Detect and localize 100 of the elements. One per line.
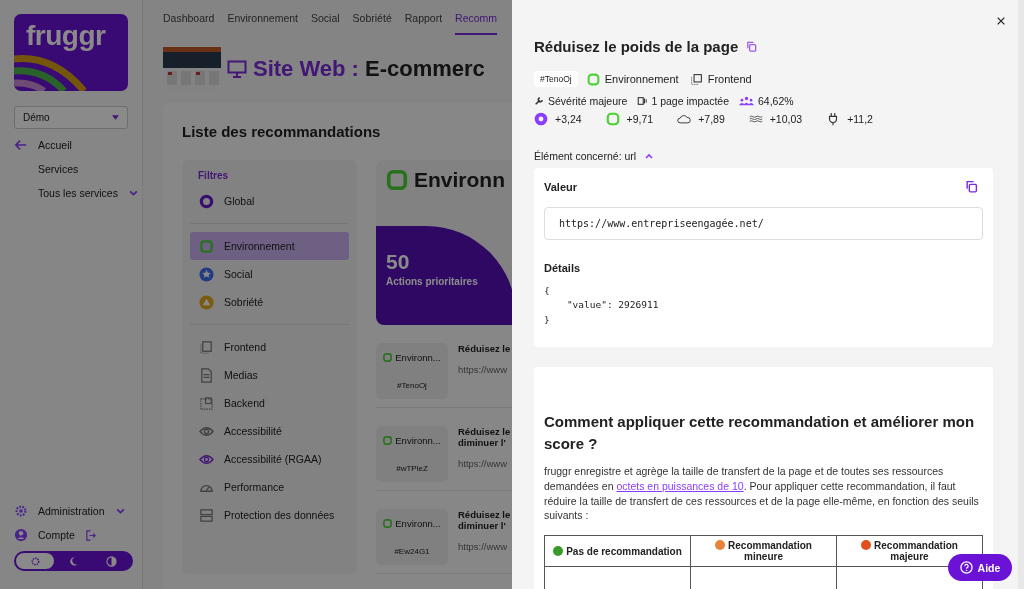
filter-item[interactable]: Environnement [190,232,349,260]
meta-label: 64,62% [758,95,794,107]
recommendation-title[interactable]: diminuer l' [458,520,511,531]
settings-icon [14,504,28,518]
nav-link[interactable]: Tous les services [38,187,118,199]
recommendation-url: https://www [458,364,509,375]
recommendation-title[interactable]: Réduisez le [458,509,511,520]
logo-tile[interactable]: fruggr [14,14,128,91]
help-button[interactable]: Aide [948,554,1012,581]
user-icon [14,528,28,542]
filter-item[interactable]: Social [190,260,349,288]
layers-icon [199,339,214,355]
page-icon [637,96,648,106]
nav-link[interactable]: Compte [38,529,75,541]
document-icon [199,367,214,383]
site-name: E-commerc [364,56,485,82]
chevron-up-icon[interactable] [644,151,655,161]
tab[interactable]: Rapport [404,12,443,35]
nav-link[interactable]: Accueil [38,139,72,151]
moon-icon [68,555,79,567]
filter-item[interactable]: Performance [190,473,349,501]
caret-icon[interactable] [112,115,119,120]
meta-label: Sévérité majeure [548,95,628,107]
filter-item[interactable]: Medias [190,361,349,389]
tab[interactable]: Sobriété [352,12,392,35]
tab[interactable]: Recomm [455,12,498,35]
recommendation-url: https://www [458,458,509,469]
layers-icon [689,72,703,86]
help-icon [959,561,973,574]
cloud-icon [677,112,692,126]
gear-icon [29,555,41,567]
rounded-square-icon [383,353,393,362]
score-gain: +9,71 [626,113,654,125]
rounded-square-icon [605,112,620,126]
score-gain: +11,2 [847,113,873,125]
value-field[interactable]: https://www.entrepriseengagée.net/ [544,207,983,240]
nav-link[interactable]: Services [38,163,79,175]
rounded-square-icon [586,72,600,86]
copy-icon[interactable] [746,41,758,52]
rounded-square-icon [386,169,408,191]
filter-item[interactable]: Sobriété [190,288,349,316]
meta-label: 1 page impactée [651,95,729,107]
waves-icon [748,112,763,126]
recommendation-id: #TenoOj [397,381,427,390]
priority-count: 50 [386,250,411,274]
column-label: Recommandation mineure [728,540,812,562]
contrast-icon [106,555,118,567]
recommendation-title[interactable]: Réduisez le [458,343,511,354]
score-gain: +3,24 [555,113,582,125]
tab[interactable]: Environnement [227,12,298,35]
category-label: Environn... [395,352,441,363]
filter-item[interactable]: Accessibilité (RGAA) [190,445,349,473]
category-label: Environn... [395,518,441,529]
filter-item[interactable]: Frontend [190,333,349,361]
rounded-square-icon [199,238,214,254]
dashed-square-icon [199,395,214,411]
howto-title: Comment appliquer cette recommandation et améliorer mon score ? [544,411,976,454]
recommendation-id: #wTPleZ [396,464,428,473]
score-gain: +10,03 [769,113,803,125]
nav-link[interactable]: Administration [38,505,105,517]
auto-theme-button[interactable] [16,553,55,569]
column-label: Pas de recommandation [566,545,682,557]
site-type: Site Web : [253,56,359,82]
back-arrow-icon[interactable] [14,138,28,152]
ring-icon [199,193,214,209]
priority-label: Actions prioritaires [386,276,479,287]
score-gain: +7,89 [698,113,725,125]
tab[interactable]: Dashboard [163,12,215,35]
tab[interactable]: Social [311,12,340,35]
category-label: Environnement [604,73,679,85]
drawer-title: Réduisez le poids de la page [534,38,739,55]
logo-text: fruggr [26,20,106,52]
element-label: Élément concerné: url [534,150,637,162]
rounded-square-icon [383,519,393,528]
close-icon[interactable] [996,16,1006,26]
ring-icon [534,112,548,126]
id-chip: #TenoOj [534,71,578,87]
logout-icon[interactable] [84,529,96,541]
recommendation-url: https://www [458,541,509,552]
users-icon [739,96,754,106]
layer-label: Frontend [707,73,752,85]
category-label: Environn... [395,435,441,446]
organisation-select[interactable]: Démo [14,106,128,129]
details-code: { "value": 2926911 } [544,284,660,327]
filter-item[interactable]: Protection des données [190,501,349,529]
recommendation-title[interactable]: diminuer l' [458,437,511,448]
filter-item[interactable]: Global [190,187,349,215]
filter-title: Filtres [197,170,229,181]
copy-icon[interactable] [965,180,978,193]
category-heading: Environn [414,168,505,192]
rounded-square-icon [383,436,393,445]
howto-paragraph: fruggr enregistre et agrège la taille de transfert de la page et de toutes ses ressources demandées en octets en puissances de 10. Pour appliquer cette recommandation, il faut réduire la taille de transfert de ces ressources et de la page elle-même, en fonction des seuils suivants : [544,464,980,523]
recommendation-title[interactable]: Réduisez le [458,426,511,437]
filter-item[interactable]: Backend [190,389,349,417]
server-icon [199,507,214,523]
units-link[interactable]: octets en puissances de 10 [616,479,744,492]
recommendation-id: #Ew24G1 [394,547,430,556]
details-title: Détails [544,262,582,274]
filter-item[interactable]: Accessibilité [190,417,349,445]
section-title: Liste des recommandations [182,123,382,140]
